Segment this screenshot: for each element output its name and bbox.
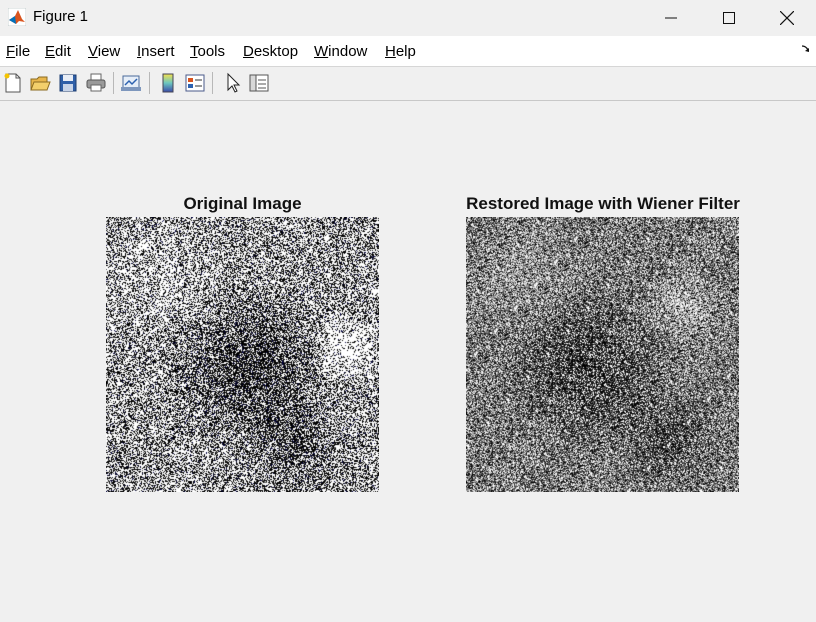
axes-title-original: Original Image: [183, 194, 302, 213]
dock-arrow-icon[interactable]: [800, 43, 812, 55]
axes-title-restored: Restored Image with Wiener Filter: [466, 194, 740, 213]
menu-insert[interactable]: Insert: [137, 43, 175, 60]
menu-edit-mnemonic: E: [45, 43, 56, 60]
menu-view-label: iew: [97, 43, 121, 60]
maximize-button[interactable]: [700, 0, 758, 35]
new-figure-icon[interactable]: [2, 72, 24, 94]
save-icon[interactable]: [57, 72, 79, 94]
title-bar: Figure 1: [0, 0, 816, 35]
maximize-icon: [723, 11, 735, 24]
link-plot-icon[interactable]: [120, 72, 142, 94]
print-icon[interactable]: [85, 72, 107, 94]
menu-insert-label: nsert: [141, 43, 175, 60]
window-title: Figure 1: [33, 8, 89, 25]
menu-window[interactable]: Window: [314, 43, 367, 60]
menu-edit[interactable]: Edit: [45, 43, 71, 60]
minimize-button[interactable]: [642, 0, 700, 35]
menu-file[interactable]: File: [6, 43, 30, 60]
menu-help[interactable]: Help: [385, 43, 416, 60]
menu-edit-label: dit: [55, 43, 71, 60]
menu-help-label: elp: [395, 43, 416, 60]
restored-image: [466, 217, 739, 492]
menu-window-label: indow: [328, 43, 368, 60]
menu-desktop-label: esktop: [253, 43, 299, 60]
minimize-icon: [665, 17, 677, 18]
close-icon: [780, 10, 794, 25]
menu-bar: File Edit View Insert Tools Desktop Wind…: [0, 36, 816, 66]
insert-legend-icon[interactable]: [184, 72, 206, 94]
menu-view-mnemonic: V: [88, 43, 98, 60]
original-image: [106, 217, 379, 492]
toolbar-separator: [113, 72, 114, 94]
toolbar-separator: [212, 72, 213, 94]
menu-file-label: ile: [15, 43, 31, 60]
menu-window-mnemonic: W: [314, 43, 329, 60]
menu-view[interactable]: View: [88, 43, 120, 60]
edit-plot-cursor-icon[interactable]: [222, 72, 244, 94]
menu-file-mnemonic: F: [6, 43, 16, 60]
close-button[interactable]: [758, 0, 816, 35]
matlab-logo-icon: [8, 8, 26, 26]
menu-desktop[interactable]: Desktop: [243, 43, 298, 60]
menu-tools-label: ools: [197, 43, 226, 60]
menu-desktop-mnemonic: D: [243, 43, 254, 60]
menu-tools[interactable]: Tools: [190, 43, 225, 60]
menu-help-mnemonic: H: [385, 43, 396, 60]
menu-tools-mnemonic: T: [190, 43, 198, 60]
figure-toolbar: [0, 66, 816, 101]
open-file-icon[interactable]: [29, 72, 51, 94]
toolbar-separator: [149, 72, 150, 94]
insert-colorbar-icon[interactable]: [157, 72, 179, 94]
property-inspector-icon[interactable]: [248, 72, 270, 94]
